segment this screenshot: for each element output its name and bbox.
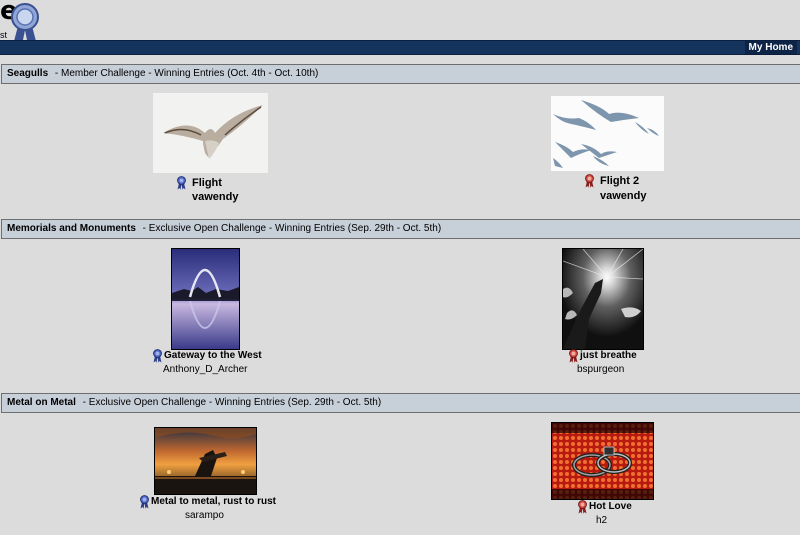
entry-user-link[interactable]: h2 — [596, 515, 607, 526]
entry-title-link[interactable]: Flight 2 — [600, 175, 639, 187]
challenge-description: - Member Challenge - Winning Entries (Oc… — [52, 68, 319, 79]
entry-user-link[interactable]: Anthony_D_Archer — [163, 364, 248, 375]
site-logo[interactable]: e st — [0, 0, 800, 45]
entry-thumbnail-just-breathe[interactable] — [562, 248, 644, 350]
blue-ribbon-icon — [139, 495, 150, 509]
blue-ribbon-icon — [152, 349, 163, 363]
entry-thumbnail-gateway[interactable] — [171, 248, 240, 350]
red-ribbon-icon — [584, 174, 595, 188]
red-ribbon-icon — [577, 500, 588, 514]
challenge-title-link[interactable]: Seagulls — [2, 68, 48, 79]
challenge-title-link[interactable]: Memorials and Monuments — [2, 223, 136, 234]
section-header-seagulls: Seagulls - Member Challenge - Winning En… — [1, 64, 800, 84]
entry-user-link[interactable]: vawendy — [600, 190, 646, 202]
entry-title-link[interactable]: Gateway to the West — [164, 350, 262, 361]
entry-title-link[interactable]: Hot Love — [589, 501, 632, 512]
logo-subtext: st — [0, 30, 8, 40]
entry-thumbnail-metal-to-metal[interactable] — [154, 427, 257, 495]
top-navbar: My Home — [0, 40, 800, 55]
entry-thumbnail-hot-love[interactable] — [551, 422, 654, 500]
section-header-memorials: Memorials and Monuments - Exclusive Open… — [1, 219, 800, 239]
entry-thumbnail-flight-2[interactable] — [551, 96, 664, 171]
entry-thumbnail-flight[interactable] — [153, 93, 268, 173]
blue-ribbon-icon — [176, 176, 187, 190]
red-ribbon-icon — [568, 349, 579, 363]
challenge-description: - Exclusive Open Challenge - Winning Ent… — [79, 397, 382, 408]
entry-title-link[interactable]: Metal to metal, rust to rust — [151, 496, 276, 507]
entry-user-link[interactable]: bspurgeon — [577, 364, 624, 375]
entry-user-link[interactable]: sarampo — [185, 510, 224, 521]
challenge-description: - Exclusive Open Challenge - Winning Ent… — [139, 223, 442, 234]
entry-user-link[interactable]: vawendy — [192, 191, 238, 203]
entry-title-link[interactable]: just breathe — [580, 350, 637, 361]
challenge-title-link[interactable]: Metal on Metal — [2, 397, 76, 408]
section-header-metal-on-metal: Metal on Metal - Exclusive Open Challeng… — [1, 393, 800, 413]
entry-title-link[interactable]: Flight — [192, 177, 222, 189]
my-home-link[interactable]: My Home — [744, 41, 797, 54]
